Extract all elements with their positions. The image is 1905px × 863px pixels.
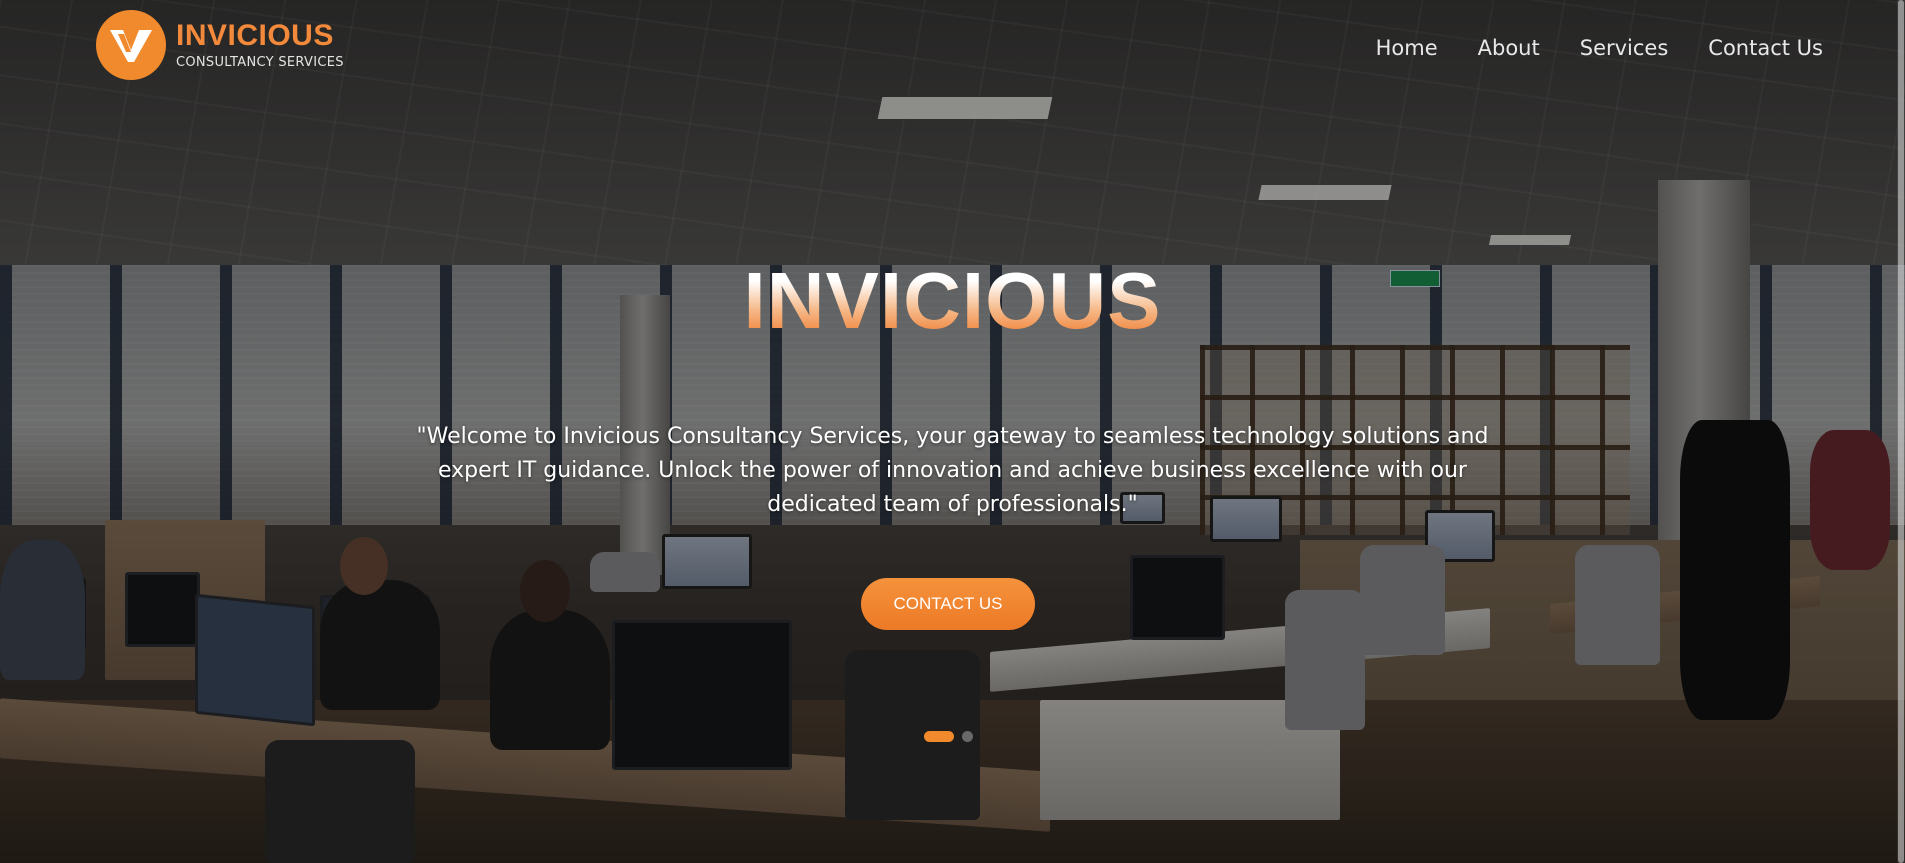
brand-logo[interactable]: INVICIOUS CONSULTANCY SERVICES — [96, 10, 344, 80]
contact-us-button[interactable]: CONTACT US — [861, 578, 1035, 630]
brand-tagline: CONSULTANCY SERVICES — [176, 55, 344, 70]
v-logo-icon — [96, 10, 166, 80]
navbar: INVICIOUS CONSULTANCY SERVICES Home Abou… — [0, 0, 1905, 100]
carousel-dot-2[interactable] — [962, 731, 973, 742]
scrollbar-track[interactable] — [1897, 0, 1905, 863]
hero-section: INVICIOUS CONSULTANCY SERVICES Home Abou… — [0, 0, 1905, 863]
nav-link-about[interactable]: About — [1478, 36, 1540, 60]
scrollbar-thumb[interactable] — [1898, 0, 1904, 863]
carousel-indicators — [924, 731, 973, 742]
brand-name: INVICIOUS — [176, 19, 334, 52]
carousel-dot-1[interactable] — [924, 731, 954, 742]
hero-description: "Welcome to Invicious Consultancy Servic… — [416, 424, 1489, 517]
hero-title: INVICIOUS — [0, 255, 1905, 347]
nav-link-home[interactable]: Home — [1376, 36, 1438, 60]
nav-link-contact-us[interactable]: Contact Us — [1708, 36, 1823, 60]
nav-link-services[interactable]: Services — [1580, 36, 1669, 60]
nav-menu: Home About Services Contact Us — [1376, 36, 1823, 60]
